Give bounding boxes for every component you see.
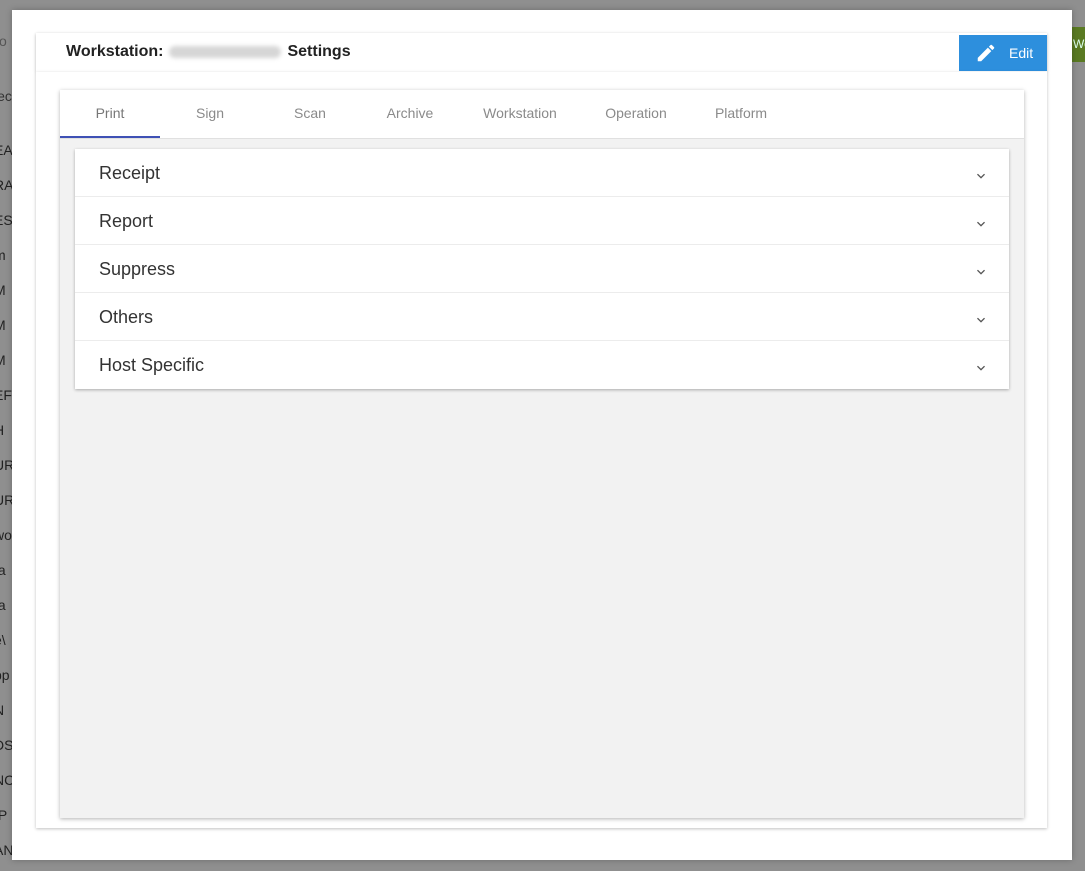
tab-label: Workstation — [483, 105, 557, 121]
background-row-fragment: N — [0, 702, 4, 718]
chevron-down-icon — [977, 221, 985, 227]
chevron-down-icon — [977, 173, 985, 179]
tab-label: Print — [95, 105, 125, 121]
tab-label: Sign — [195, 105, 225, 121]
background-right-button: Wo — [1071, 27, 1085, 62]
section-receipt[interactable]: Receipt — [75, 149, 1009, 197]
section-others[interactable]: Others — [75, 293, 1009, 341]
tab-label: Scan — [294, 105, 326, 121]
tab-scan[interactable]: Scan — [260, 90, 360, 138]
tab-archive[interactable]: Archive — [360, 90, 460, 138]
dialog-title: Workstation: Settings — [66, 43, 351, 61]
edit-button[interactable]: Edit — [959, 35, 1047, 71]
section-label: Report — [99, 211, 154, 231]
background-row-fragment: pp — [0, 667, 10, 683]
tab-label: Archive — [386, 105, 434, 121]
chevron-down-icon — [977, 317, 985, 323]
background-row-fragment: ES — [0, 212, 13, 228]
chevron-down-icon — [977, 269, 985, 275]
tab-sign[interactable]: Sign — [160, 90, 260, 138]
section-report[interactable]: Report — [75, 197, 1009, 245]
settings-dialog: Workstation: Settings Edit Print Sign Sc… — [12, 10, 1072, 860]
dialog-header: Workstation: Settings Edit — [36, 33, 1047, 72]
section-label: Suppress — [99, 259, 176, 279]
background-row-fragment: e\ — [0, 632, 6, 648]
background-row-fragment: M — [0, 282, 6, 298]
title-prefix: Workstation: — [66, 43, 164, 60]
tab-bar: Print Sign Scan Archive Workstation Oper… — [60, 90, 1024, 139]
background-row-fragment: ta — [0, 597, 6, 613]
background-row-fragment: H — [0, 422, 4, 438]
tab-workstation[interactable]: Workstation — [460, 90, 580, 138]
section-label: Receipt — [99, 163, 161, 183]
pencil-icon — [977, 44, 995, 62]
settings-tab-panel: Print Sign Scan Archive Workstation Oper… — [60, 90, 1024, 818]
background-row-fragment: M — [0, 317, 6, 333]
tab-label: Operation — [605, 105, 667, 121]
tab-operation[interactable]: Operation — [580, 90, 692, 138]
background-row-fragment: IP — [0, 807, 8, 823]
tab-print[interactable]: Print — [60, 90, 160, 138]
section-label: Others — [99, 307, 154, 327]
dialog-body: Print Sign Scan Archive Workstation Oper… — [36, 72, 1047, 828]
tab-platform[interactable]: Platform — [692, 90, 790, 138]
background-row-fragment: ta — [0, 562, 6, 578]
redacted-workstation-name — [169, 46, 282, 58]
background-row-fragment: M — [0, 352, 6, 368]
background-header-fragment: lec — [0, 88, 12, 104]
edit-button-label: Edit — [1009, 45, 1034, 61]
section-suppress[interactable]: Suppress — [75, 245, 1009, 293]
section-host-specific[interactable]: Host Specific — [75, 341, 1009, 389]
background-row-fragment: wo — [0, 527, 12, 543]
section-label: Host Specific — [99, 355, 205, 375]
background-row-fragment: m — [0, 247, 6, 263]
background-row-fragment: EF — [0, 387, 12, 403]
chevron-down-icon — [977, 365, 985, 371]
settings-accordion: Receipt Report Suppress Others Host Spec… — [75, 149, 1009, 389]
title-suffix: Settings — [287, 43, 351, 60]
tab-label: Platform — [714, 105, 768, 121]
